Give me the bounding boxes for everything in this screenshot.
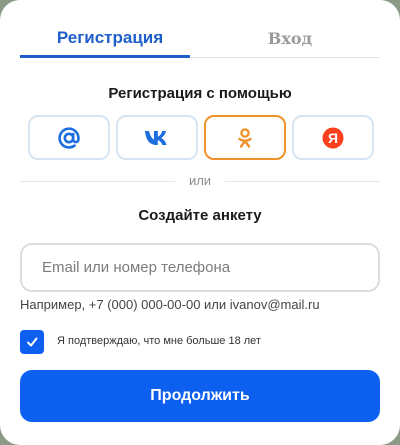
tabs-divider [190,57,380,58]
divider-right [225,181,380,182]
form-title: Создайте анкету [138,207,262,224]
auth-tabs: Регистрация Вход [20,18,380,58]
vk-button[interactable] [116,115,198,160]
mail-ru-button[interactable] [28,115,110,160]
ok-icon [238,127,252,148]
tab-login[interactable]: Вход [200,18,380,58]
social-heading: Регистрация с помощью [108,85,292,102]
tab-register[interactable]: Регистрация [20,18,200,58]
yandex-glyph: Я [328,130,338,146]
continue-button[interactable]: Продолжить [20,370,380,422]
input-hint: Например, +7 (000) 000-00-00 или ivanov@… [20,297,320,312]
checkmark-icon [27,337,38,347]
age-confirm-checkbox[interactable] [20,330,44,354]
active-tab-indicator [20,55,190,58]
social-buttons: Я [28,115,374,160]
age-confirm-label: Я подтверждаю, что мне больше 18 лет [57,335,261,347]
at-sign-icon [58,126,80,149]
divider-left [20,181,175,182]
email-or-phone-input[interactable] [20,243,380,292]
yandex-button[interactable]: Я [292,115,374,160]
vk-icon [145,130,167,145]
yandex-icon: Я [322,127,344,148]
registration-card: Регистрация Вход Регистрация с помощью Я… [0,0,400,445]
odnoklassniki-button[interactable] [204,115,286,160]
or-separator: или [188,173,212,188]
